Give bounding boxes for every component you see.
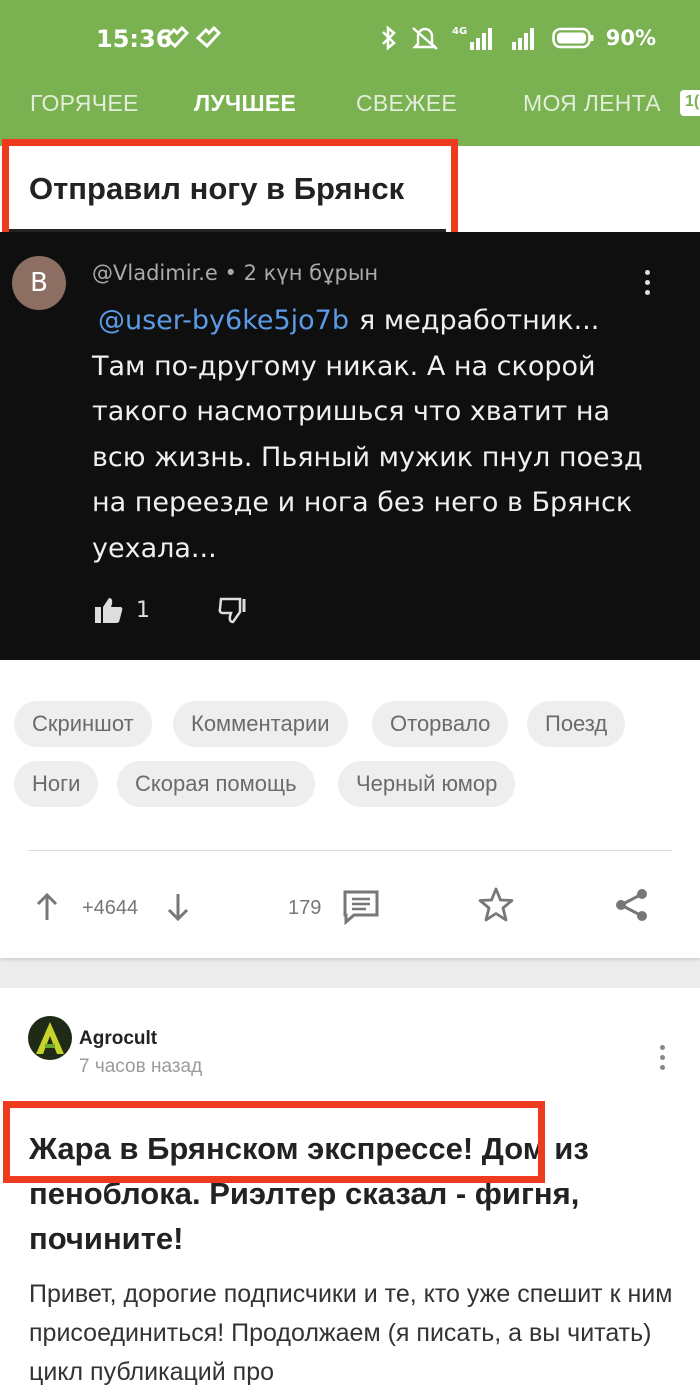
upvote-arrow-icon[interactable]	[35, 892, 59, 922]
comments-count: 179	[288, 897, 322, 919]
thumb-down-icon	[218, 597, 246, 624]
highlight-frame	[3, 1101, 545, 1183]
pikabu-feed: 15:36 4G 90% ГОРЯЧЕЕ ЛУЧШЕЕ СВЕЖЕЕ МОЯ Л…	[0, 0, 700, 1399]
battery-percent: 90%	[605, 26, 656, 50]
tab-fresh[interactable]: СВЕЖЕЕ	[356, 90, 457, 117]
tag-chip[interactable]: Скорая помощь	[117, 761, 315, 807]
commenter-avatar: B	[12, 256, 66, 310]
downvote-arrow-icon[interactable]	[166, 892, 190, 922]
post-image-screenshot[interactable]: B @Vladimir.e • 2 күн бұрын @user-by6ke5…	[0, 232, 700, 660]
comments-icon[interactable]	[342, 889, 380, 925]
heart-notification-icon	[163, 26, 189, 49]
status-time: 15:36	[96, 25, 173, 53]
post-time: 7 часов назад	[79, 1056, 203, 1077]
comment-like-count: 1	[136, 598, 150, 623]
notification-icons	[163, 26, 221, 50]
tab-my-feed[interactable]: МОЯ ЛЕНТА	[523, 90, 661, 117]
comment-text-line1: я медработник...	[359, 305, 600, 336]
comment-text-rest: Там по-другому никак. А на скорой такого…	[92, 350, 643, 564]
star-icon[interactable]	[477, 886, 515, 924]
mute-icon	[411, 27, 438, 50]
tab-best[interactable]: ЛУЧШЕЕ	[194, 90, 296, 117]
tag-chip[interactable]: Поезд	[527, 701, 626, 747]
agrocult-logo-icon	[36, 1022, 64, 1054]
svg-text:4G: 4G	[452, 26, 467, 37]
bluetooth-icon	[381, 25, 396, 51]
post-rating: +4644	[82, 897, 139, 919]
tag-chip[interactable]: Ноги	[14, 761, 99, 807]
heart-notification-icon	[195, 26, 221, 49]
battery-icon	[551, 27, 594, 49]
highlight-frame	[2, 139, 458, 247]
comment-meta: @Vladimir.e • 2 күн бұрын	[92, 261, 379, 285]
signal-icon	[511, 28, 534, 50]
tab-badge: 1(	[680, 90, 700, 116]
app-header: 15:36 4G 90% ГОРЯЧЕЕ ЛУЧШЕЕ СВЕЖЕЕ МОЯ Л…	[0, 0, 700, 146]
tag-chip[interactable]: Комментарии	[173, 701, 348, 747]
more-vert-icon	[640, 270, 654, 300]
more-vert-icon[interactable]	[655, 1045, 669, 1075]
post-body: Привет, дорогие подписчики и те, кто уже…	[29, 1280, 673, 1386]
thumb-up-icon	[95, 598, 123, 623]
system-icons: 4G 90%	[380, 24, 656, 52]
author-name[interactable]: Agrocult	[79, 1028, 157, 1050]
share-icon[interactable]	[613, 886, 651, 924]
feed-tabs: ГОРЯЧЕЕ ЛУЧШЕЕ СВЕЖЕЕ МОЯ ЛЕНТА 1(	[0, 82, 700, 126]
tag-chip[interactable]: Скриншот	[14, 701, 152, 747]
status-bar: 15:36 4G 90%	[0, 0, 700, 78]
comment-mention: @user-by6ke5jo7b	[98, 305, 350, 336]
divider	[28, 850, 672, 851]
author-avatar[interactable]	[28, 1016, 72, 1060]
signal-4g-icon: 4G	[452, 26, 492, 50]
tag-chip[interactable]: Оторвало	[372, 701, 509, 747]
tag-chip[interactable]: Черный юмор	[338, 761, 516, 807]
comment-text: @user-by6ke5jo7b я медработник... Там по-…	[92, 298, 652, 571]
tab-hot[interactable]: ГОРЯЧЕЕ	[30, 90, 139, 117]
